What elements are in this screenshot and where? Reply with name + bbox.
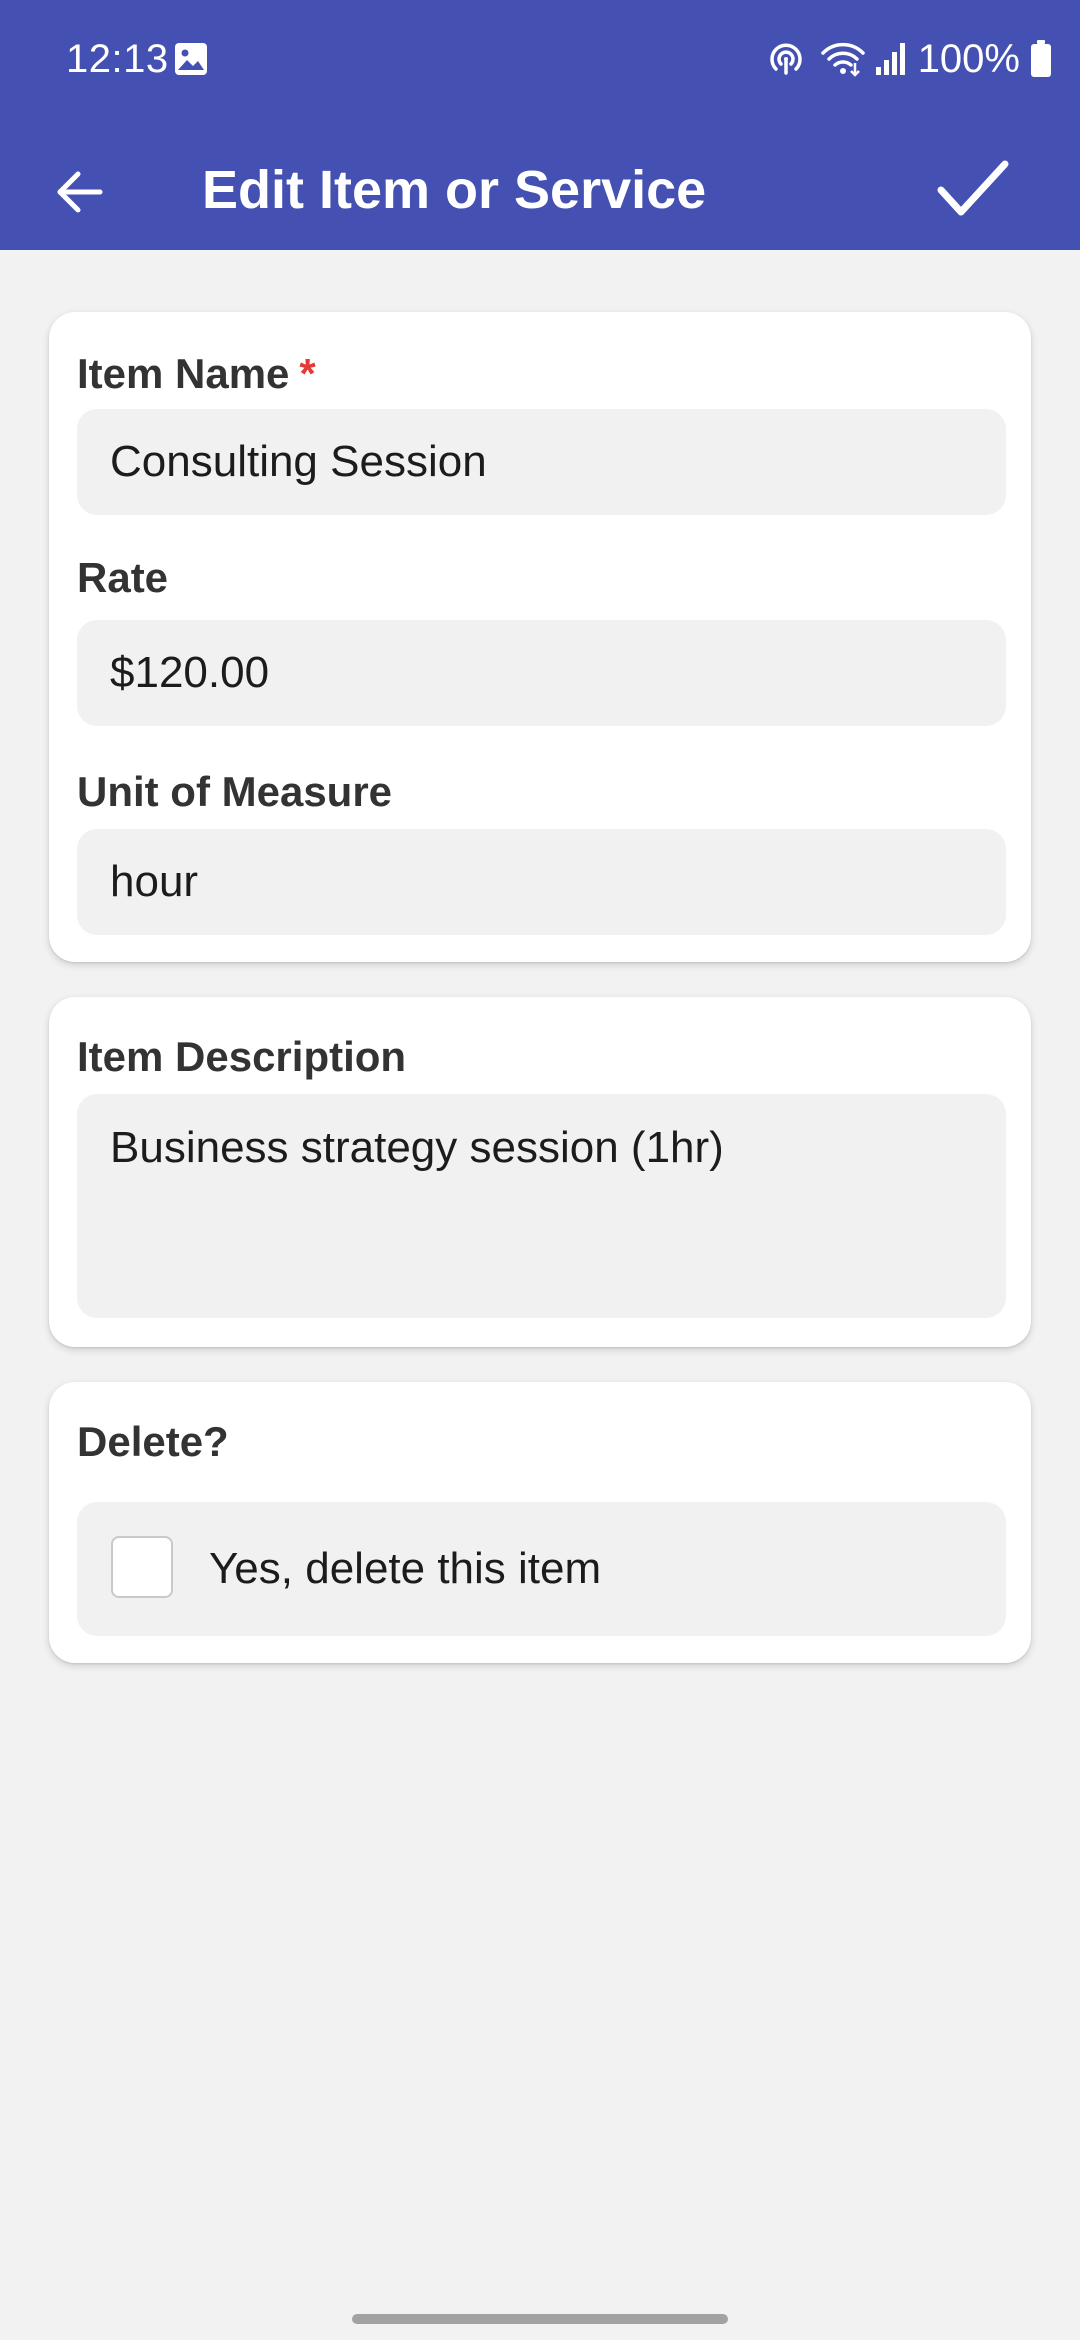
description-card: Item Description Business strategy sessi… [49,997,1031,1347]
app-bar: 12:13 100% Edit Item or Service [0,0,1080,250]
wifi-icon [820,39,866,79]
rate-input[interactable]: $120.00 [77,620,1006,726]
item-description-input[interactable]: Business strategy session (1hr) [77,1094,1006,1318]
status-bar: 12:13 100% [0,0,1080,118]
delete-checkbox-label[interactable]: Yes, delete this item [209,1502,601,1636]
arrow-left-icon [57,171,103,213]
item-name-label: Item Name * [77,348,316,400]
delete-checkbox-row[interactable]: Yes, delete this item [77,1502,1006,1636]
delete-label: Delete? [77,1418,229,1465]
battery-percent: 100% [917,37,1020,81]
item-name-label-text: Item Name [77,350,290,397]
required-asterisk: * [299,350,316,397]
delete-checkbox[interactable] [111,1536,173,1598]
unit-of-measure-input[interactable]: hour [77,829,1006,935]
back-button[interactable] [30,142,130,242]
item-name-input[interactable]: Consulting Session [77,409,1006,515]
item-description-label: Item Description [77,1033,407,1080]
gallery-icon [174,42,208,76]
checkmark-icon [937,160,1009,216]
unit-of-measure-label: Unit of Measure [77,768,393,815]
home-indicator[interactable] [352,2314,728,2324]
signal-icon [874,39,908,79]
rate-label: Rate [77,554,169,601]
hotspot-icon [766,39,806,79]
page-title: Edit Item or Service [202,160,707,220]
delete-card: Delete? Yes, delete this item [49,1382,1031,1663]
battery-icon [1030,40,1052,78]
status-time: 12:13 [66,37,169,81]
toolbar: Edit Item or Service [0,118,1080,250]
item-details-card: Item Name * Consulting Session Rate $120.… [49,312,1031,962]
status-icons: 100% [766,34,1052,84]
save-button[interactable] [918,134,1028,244]
